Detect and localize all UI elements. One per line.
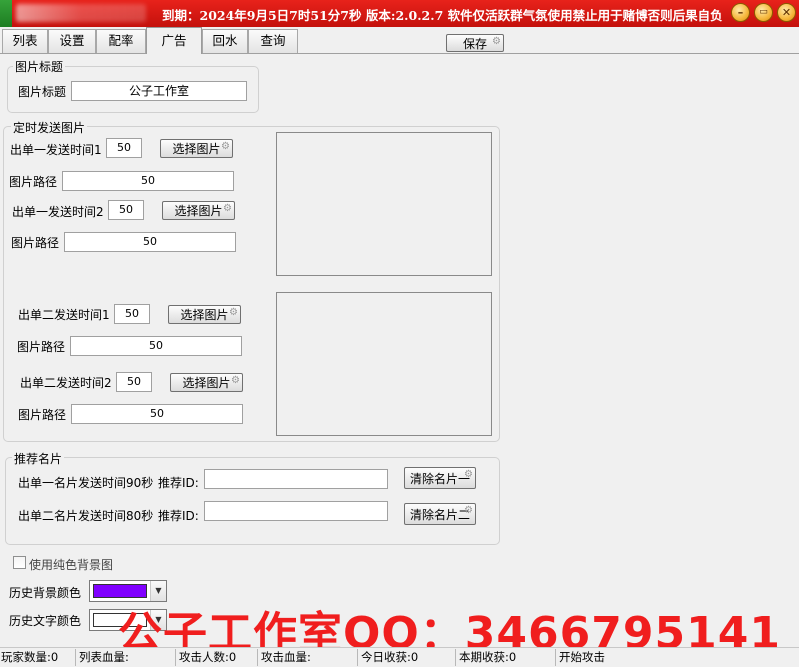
history-bg-swatch [93,584,147,598]
minimize-icon: – [737,6,744,19]
choose-image-label: 选择图片 [172,142,221,156]
history-text-label: 历史文字颜色 [9,614,82,628]
tab-divider [0,53,799,54]
pic-title-legend: 图片标题 [13,58,66,75]
path-input-4[interactable]: 50 [71,404,243,424]
gear-icon: ⚙ [229,307,238,318]
tab-query[interactable]: 查询 [248,29,298,53]
tab-settings[interactable]: 设置 [48,29,96,53]
status-list-hp: 列表血量: [78,649,176,666]
choose-image-button-1[interactable]: 选择图片 ⚙ [160,139,233,158]
gear-icon: ⚙ [492,36,501,47]
minimize-button[interactable]: – [731,3,750,22]
time-label-3: 出单二发送时间1 [18,308,110,322]
status-start-attack: 开始攻击 [559,650,605,664]
history-bg-color-picker[interactable]: ▼ [89,580,167,602]
choose-image-label: 选择图片 [174,204,223,218]
clear-card-2-button[interactable]: 清除名片二 ⚙ [404,503,476,525]
choose-image-button-3[interactable]: 选择图片 ⚙ [168,305,241,324]
solid-bg-checkbox[interactable] [13,556,26,569]
app-icon [0,0,12,27]
history-bg-label: 历史背景颜色 [9,586,82,600]
save-button[interactable]: 保存 ⚙ [446,34,504,52]
status-period-gain: 本期收获:0 [458,649,556,666]
path-label-2: 图片路径 [11,236,60,250]
clear-card-1-label: 清除名片一 [409,471,470,486]
tab-list[interactable]: 列表 [2,29,48,53]
pic-title-label: 图片标题 [18,85,67,99]
solid-bg-label: 使用纯色背景图 [29,558,114,572]
restore-button[interactable]: ▭ [754,3,773,22]
time-input-3[interactable]: 50 [114,304,150,324]
chevron-down-icon: ▼ [150,581,166,601]
status-player-count: 玩家数量:0 [0,649,76,666]
image-preview-2 [276,292,492,436]
gear-icon: ⚙ [464,505,473,516]
status-attack-hp: 攻击血量: [260,649,358,666]
path-input-3[interactable]: 50 [70,336,242,356]
tab-odds[interactable]: 配率 [96,29,146,53]
gear-icon: ⚙ [464,469,473,480]
recommend-id-input-2[interactable] [204,501,388,521]
path-label-3: 图片路径 [17,340,66,354]
image-preview-1 [276,132,492,276]
card-label-1: 出单一名片发送时间90秒 [18,476,154,490]
choose-image-label: 选择图片 [182,376,231,390]
time-input-2[interactable]: 50 [108,200,144,220]
path-label-4: 图片路径 [18,408,67,422]
time-label-4: 出单二发送时间2 [20,376,112,390]
choose-image-label: 选择图片 [180,308,229,322]
card-label-2: 出单二名片发送时间80秒 [18,509,154,523]
gear-icon: ⚙ [231,375,240,386]
time-label-2: 出单一发送时间2 [12,205,104,219]
close-button[interactable]: ✕ [777,3,796,22]
path-label-1: 图片路径 [9,175,58,189]
status-today-gain: 今日收获:0 [360,649,456,666]
tab-rebate[interactable]: 回水 [202,29,248,53]
gear-icon: ⚙ [223,203,232,214]
choose-image-button-4[interactable]: 选择图片 ⚙ [170,373,243,392]
save-label: 保存 [462,36,487,51]
recommend-id-input-1[interactable] [204,469,388,489]
recommend-id-label-2: 推荐ID: [158,509,199,523]
window-title: 到期：2024年9月5日7时51分7秒 版本:2.0.2.7 软件仅活跃群气氛使… [162,8,723,23]
gear-icon: ⚙ [221,141,230,152]
clear-card-1-button[interactable]: 清除名片一 ⚙ [404,467,476,489]
time-label-1: 出单一发送时间1 [10,143,102,157]
tab-ads[interactable]: 广告 [146,27,202,54]
recommend-card-legend: 推荐名片 [12,450,65,467]
status-attack-count: 攻击人数:0 [178,649,258,666]
path-input-1[interactable]: 50 [62,171,234,191]
time-input-1[interactable]: 50 [106,138,142,158]
time-input-4[interactable]: 50 [116,372,152,392]
choose-image-button-2[interactable]: 选择图片 ⚙ [162,201,235,220]
timed-send-legend: 定时发送图片 [11,119,88,136]
pic-title-input[interactable]: 公子工作室 [71,81,247,101]
recommend-id-label-1: 推荐ID: [158,476,199,490]
clear-card-2-label: 清除名片二 [409,507,470,522]
blurred-app-name [16,4,146,22]
restore-icon: ▭ [759,7,768,17]
close-icon: ✕ [781,6,792,19]
path-input-2[interactable]: 50 [64,232,236,252]
